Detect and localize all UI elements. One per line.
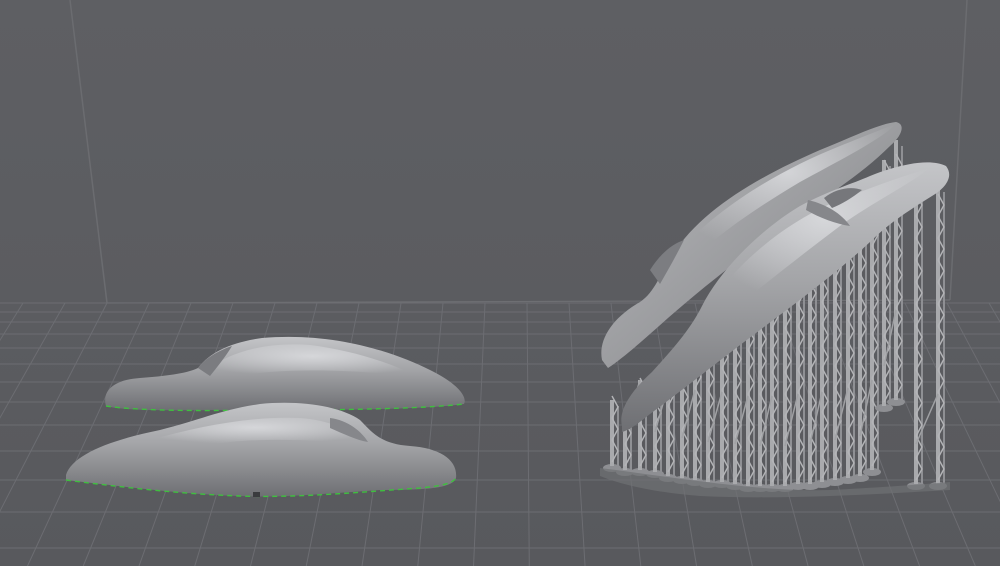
3d-viewport[interactable] [0, 0, 1000, 566]
grid-line [526, 302, 530, 566]
grid-line [0, 302, 24, 342]
build-volume-scene[interactable] [0, 0, 1000, 566]
grid-line [0, 302, 66, 419]
grid-line [568, 302, 586, 566]
grid-line [417, 302, 444, 566]
flat-part-front[interactable] [65, 402, 457, 498]
grid-line [946, 302, 1000, 404]
grid-line [473, 302, 486, 566]
grid-line [27, 302, 150, 566]
grid-line [0, 302, 108, 513]
grid-line [988, 302, 1000, 323]
